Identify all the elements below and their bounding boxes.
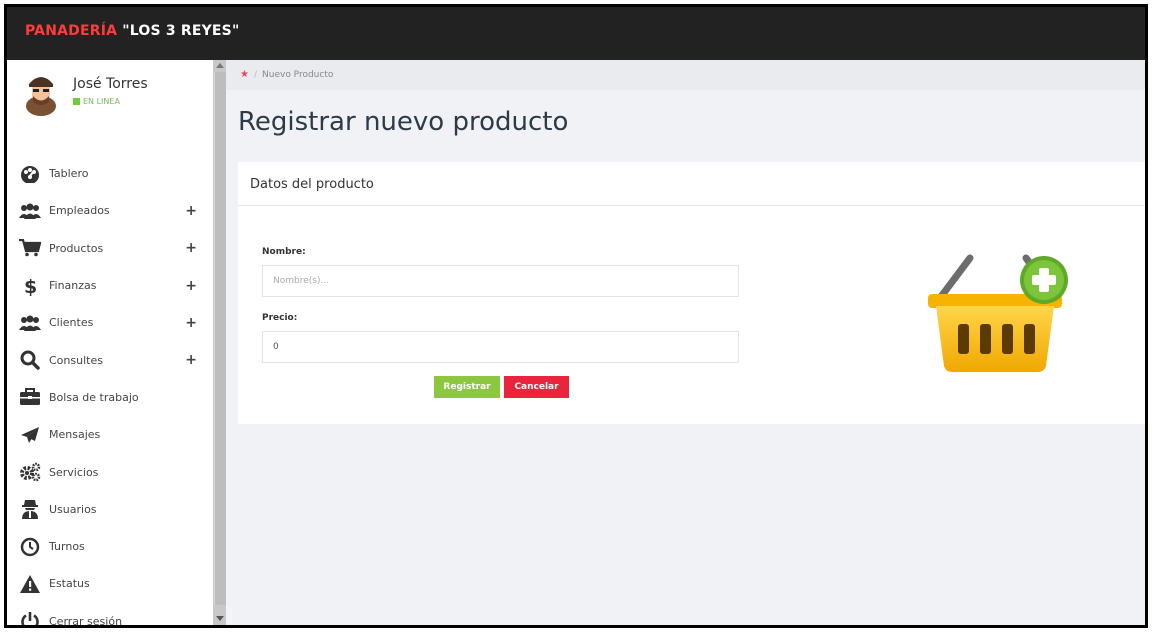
search-icon (19, 350, 41, 370)
users-icon (19, 313, 41, 333)
page-title: Registrar nuevo producto (238, 107, 569, 137)
sidebar-item-servicios[interactable]: Servicios (7, 453, 213, 490)
breadcrumb-current: Nuevo Producto (262, 70, 334, 80)
user-panel: José Torres EN LINEA (7, 60, 213, 150)
sidebar-item-label: Turnos (49, 540, 85, 554)
brand-name: PANADERÍA (25, 23, 123, 39)
sidebar-item-consultes[interactable]: Consultes + (7, 341, 213, 378)
sidebar-item-clientes[interactable]: Clientes + (7, 304, 213, 341)
name-input[interactable] (262, 265, 739, 297)
price-input[interactable] (262, 331, 739, 363)
sidebar-item-bolsa-de-trabajo[interactable]: Bolsa de trabajo (7, 379, 213, 416)
dashboard-icon (19, 164, 41, 184)
paper-plane-icon (19, 425, 41, 445)
card-title: Datos del producto (250, 177, 374, 192)
sidebar-item-label: Finanzas (49, 279, 97, 293)
sidebar-item-label: Cerrar sesión (49, 614, 123, 628)
sidebar: José Torres EN LINEA Tablero Empleados + (7, 60, 213, 625)
sidebar-item-productos[interactable]: Productos + (7, 230, 213, 267)
clock-icon (19, 537, 41, 557)
user-secret-icon (19, 499, 41, 520)
brand-logo[interactable]: PANADERÍA "LOS 3 REYES" (25, 23, 239, 39)
sidebar-item-cerrar-sesion[interactable]: Cerrar sesión (7, 603, 213, 628)
sidebar-item-label: Estatus (49, 577, 90, 591)
sidebar-item-label: Bolsa de trabajo (49, 390, 139, 404)
breadcrumb-separator: / (253, 70, 258, 80)
sidebar-item-turnos[interactable]: Turnos (7, 528, 213, 565)
sidebar-item-tablero[interactable]: Tablero (7, 155, 213, 192)
sidebar-item-estatus[interactable]: Estatus (7, 565, 213, 602)
sidebar-item-empleados[interactable]: Empleados + (7, 192, 213, 229)
sidebar-item-usuarios[interactable]: Usuarios (7, 491, 213, 528)
briefcase-icon (19, 387, 41, 407)
sidebar-item-label: Tablero (49, 167, 89, 181)
home-icon[interactable]: ★ (240, 69, 249, 80)
sidebar-item-finanzas[interactable]: $ Finanzas + (7, 267, 213, 304)
register-button[interactable]: Registrar (434, 376, 500, 398)
scroll-down-icon[interactable] (216, 616, 224, 621)
brand-subtitle: "LOS 3 REYES" (122, 23, 240, 39)
gears-icon (19, 462, 41, 482)
app-window: PANADERÍA "LOS 3 REYES" José Torres EN L… (4, 4, 1148, 628)
sidebar-item-mensajes[interactable]: Mensajes (7, 416, 213, 453)
cancel-button[interactable]: Cancelar (504, 376, 569, 398)
product-form-card: Datos del producto Nombre: Precio: Regis… (238, 162, 1145, 424)
avatar (26, 77, 56, 116)
expand-plus-icon[interactable]: + (185, 278, 197, 294)
expand-plus-icon[interactable]: + (185, 203, 197, 219)
expand-plus-icon[interactable]: + (185, 352, 197, 368)
sidebar-scrollbar[interactable] (213, 60, 226, 625)
top-navbar: PANADERÍA "LOS 3 REYES" (7, 7, 1145, 60)
breadcrumb: ★ / Nuevo Producto (226, 60, 1145, 90)
expand-plus-icon[interactable]: + (185, 315, 197, 331)
sidebar-menu: Tablero Empleados + Productos + $ Finanz… (7, 155, 213, 628)
scroll-up-icon[interactable] (216, 63, 224, 68)
power-icon (19, 611, 41, 625)
sidebar-item-label: Clientes (49, 316, 94, 330)
card-header: Datos del producto (238, 162, 1145, 206)
main-content: ★ / Nuevo Producto Registrar nuevo product… (226, 60, 1145, 625)
sidebar-item-label: Productos (49, 241, 104, 255)
sidebar-item-label: Usuarios (49, 502, 97, 516)
user-status: EN LINEA (73, 97, 120, 106)
user-name: José Torres (73, 76, 148, 92)
scrollbar-thumb[interactable] (214, 72, 226, 605)
svg-text:$: $ (24, 276, 37, 296)
price-label: Precio: (262, 313, 298, 323)
sidebar-item-label: Servicios (49, 465, 99, 479)
cart-icon (19, 238, 41, 258)
expand-plus-icon[interactable]: + (185, 240, 197, 256)
online-indicator (73, 98, 80, 105)
name-label: Nombre: (262, 247, 306, 257)
users-icon (19, 201, 41, 221)
sidebar-item-label: Empleados (49, 204, 110, 218)
user-status-text: EN LINEA (83, 97, 120, 106)
sidebar-item-label: Consultes (49, 353, 103, 367)
sidebar-item-label: Mensajes (49, 428, 101, 442)
basket-add-icon (928, 254, 1068, 372)
dollar-icon: $ (19, 276, 41, 296)
warning-icon (19, 574, 41, 594)
